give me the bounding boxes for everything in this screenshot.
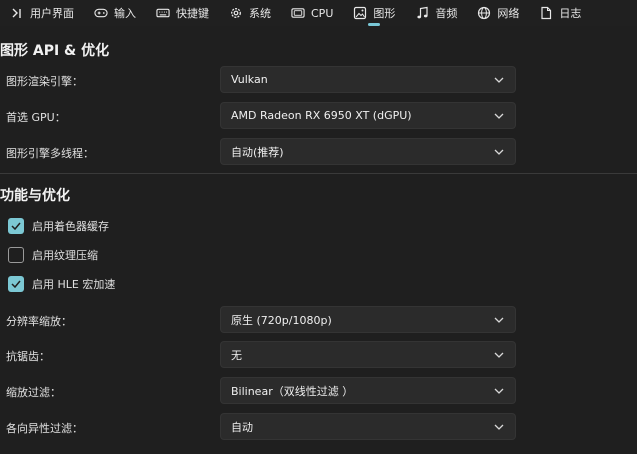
chevron-down-icon — [493, 314, 505, 326]
anisotropic-filter-label: 各向异性过滤： — [6, 422, 83, 435]
settings-tab-bar: 用户界面 输入 快捷键 系统 CPU 图形 音频 网络 日志 — [0, 0, 637, 26]
globe-icon — [477, 6, 491, 20]
tab-hotkeys[interactable]: 快捷键 — [146, 0, 219, 26]
graphics-multithreading-value: 自动(推荐) — [231, 145, 284, 159]
hle-macro-label: 启用 HLE 宏加速 — [32, 278, 116, 291]
tab-graphics[interactable]: 图形 — [343, 0, 405, 26]
tab-user-interface[interactable]: 用户界面 — [0, 0, 84, 26]
image-icon — [353, 6, 367, 20]
tab-label: 快捷键 — [176, 7, 209, 20]
shader-cache-option[interactable]: 启用着色器缓存 — [8, 218, 109, 234]
tab-label: 输入 — [114, 7, 136, 20]
checkmark-icon — [11, 222, 21, 230]
shader-cache-label: 启用着色器缓存 — [32, 220, 109, 233]
section-title-features: 功能与优化 — [0, 188, 70, 204]
anti-aliasing-select[interactable]: 无 — [220, 341, 516, 368]
graphics-multithreading-label: 图形引擎多线程： — [6, 147, 94, 160]
tab-label: 系统 — [249, 7, 271, 20]
graphics-multithreading-select[interactable]: 自动(推荐) — [220, 138, 516, 165]
tab-label: 图形 — [373, 7, 396, 20]
scaling-filter-value: Bilinear（双线性过滤 ） — [231, 384, 354, 398]
chevron-down-icon — [493, 146, 505, 158]
hle-macro-checkbox[interactable] — [8, 276, 24, 292]
renderer-select[interactable]: Vulkan — [220, 66, 516, 93]
tab-system[interactable]: 系统 — [219, 0, 281, 26]
renderer-value: Vulkan — [231, 73, 268, 86]
resolution-scale-select[interactable]: 原生 (720p/1080p) — [220, 306, 516, 333]
tab-cpu[interactable]: CPU — [281, 0, 343, 26]
anti-aliasing-value: 无 — [231, 348, 242, 362]
hle-macro-option[interactable]: 启用 HLE 宏加速 — [8, 276, 115, 292]
resolution-scale-label: 分辨率缩放： — [6, 315, 72, 328]
texture-compression-checkbox[interactable] — [8, 247, 24, 263]
texture-compression-option[interactable]: 启用纹理压缩 — [8, 247, 98, 263]
chevron-down-icon — [493, 349, 505, 361]
chevron-down-icon — [493, 110, 505, 122]
scaling-filter-label: 缩放过滤： — [6, 386, 61, 399]
resolution-scale-value: 原生 (720p/1080p) — [231, 313, 332, 327]
gamepad-icon — [94, 6, 108, 20]
scaling-filter-select[interactable]: Bilinear（双线性过滤 ） — [220, 377, 516, 404]
section-title-graphics-api: 图形 API & 优化 — [0, 43, 110, 59]
anisotropic-filter-value: 自动 — [231, 420, 253, 434]
anti-aliasing-label: 抗锯齿： — [6, 350, 50, 363]
tab-audio[interactable]: 音频 — [405, 0, 467, 26]
section-divider — [0, 173, 637, 174]
chevron-down-icon — [493, 74, 505, 86]
tab-label: 网络 — [497, 7, 520, 20]
chevron-down-icon — [493, 421, 505, 433]
keyboard-icon — [156, 6, 170, 20]
document-icon — [539, 6, 553, 20]
shader-cache-checkbox[interactable] — [8, 218, 24, 234]
renderer-label: 图形渲染引擎： — [6, 75, 83, 88]
chevron-down-icon — [493, 385, 505, 397]
tab-input[interactable]: 输入 — [84, 0, 146, 26]
tab-network[interactable]: 网络 — [467, 0, 529, 26]
tab-log[interactable]: 日志 — [529, 0, 591, 26]
preferred-gpu-label: 首选 GPU： — [6, 111, 66, 124]
cpu-icon — [291, 6, 305, 20]
user-interface-icon — [10, 6, 24, 20]
tab-label: 音频 — [435, 7, 458, 20]
tab-label: 日志 — [559, 7, 582, 20]
texture-compression-label: 启用纹理压缩 — [32, 249, 98, 262]
gear-icon — [229, 6, 243, 20]
anisotropic-filter-select[interactable]: 自动 — [220, 413, 516, 440]
tab-label: CPU — [311, 6, 334, 20]
preferred-gpu-select[interactable]: AMD Radeon RX 6950 XT (dGPU) — [220, 102, 516, 129]
checkmark-icon — [11, 280, 21, 288]
tab-label: 用户界面 — [30, 7, 74, 20]
music-note-icon — [415, 6, 429, 20]
preferred-gpu-value: AMD Radeon RX 6950 XT (dGPU) — [231, 109, 412, 122]
